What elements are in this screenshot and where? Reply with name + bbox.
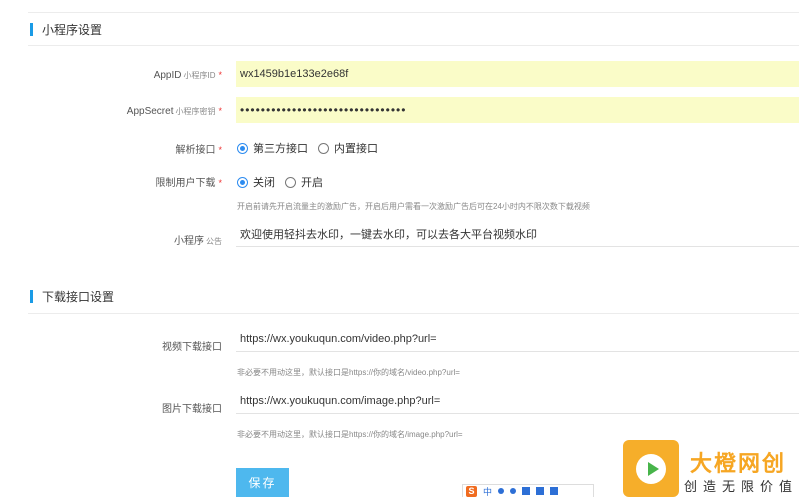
- required-mark: *: [218, 145, 222, 155]
- section-divider: [28, 313, 799, 314]
- microphone-icon[interactable]: [510, 488, 517, 494]
- parse-api-label: 解析接口 *: [0, 141, 222, 156]
- play-icon: [636, 453, 666, 484]
- limit-download-label-text: 限制用户下载: [155, 178, 216, 189]
- radio-checked-icon[interactable]: [237, 142, 248, 154]
- keyboard-icon[interactable]: [522, 487, 531, 495]
- limit-download-radio-group: 关闭 开启: [237, 174, 333, 190]
- top-divider: [28, 12, 799, 13]
- appsecret-label: AppSecret 小程序密钥 *: [0, 106, 222, 117]
- limit-download-label: 限制用户下载 *: [0, 174, 222, 189]
- video-api-hint: 非必要不用动这里，默认接口是https://你的域名/video.php?url…: [237, 368, 460, 377]
- section-accent-bar: [30, 289, 33, 303]
- notice-value: 欢迎使用轻抖去水印，一键去水印，可以去各大平台视频水印: [240, 228, 537, 241]
- appid-input[interactable]: wx1459b1e133e2e68f: [236, 61, 799, 87]
- radio-off[interactable]: 关闭: [237, 174, 275, 190]
- appsecret-label-small: 小程序密钥: [175, 107, 216, 116]
- watermark-logo: [623, 440, 679, 497]
- radio-builtin[interactable]: 内置接口: [318, 140, 378, 156]
- appsecret-label-text: AppSecret: [126, 106, 174, 117]
- required-mark: *: [218, 70, 222, 80]
- section-divider: [28, 45, 799, 46]
- watermark-subtitle: 创造无限价值: [684, 479, 799, 494]
- parse-api-radio-group: 第三方接口 内置接口: [237, 140, 388, 156]
- appsecret-input[interactable]: ••••••••••••••••••••••••••••••••: [236, 97, 799, 123]
- section-title-text: 小程序设置: [42, 22, 103, 37]
- video-api-value: https://wx.youkuqun.com/video.php?url=: [240, 332, 437, 345]
- video-api-input[interactable]: https://wx.youkuqun.com/video.php?url=: [236, 326, 799, 352]
- notice-input[interactable]: 欢迎使用轻抖去水印，一键去水印，可以去各大平台视频水印: [236, 221, 799, 247]
- limit-download-hint: 开启前请先开启流量主的激励广告，开启后用户需看一次激励广告后可在24小时内不限次…: [237, 202, 590, 211]
- radio-unchecked-icon[interactable]: [318, 142, 329, 154]
- parse-api-label-text: 解析接口: [175, 145, 216, 156]
- radio-label: 第三方接口: [253, 143, 308, 155]
- appid-label-text: AppID: [153, 70, 182, 81]
- save-button[interactable]: 保存: [236, 468, 289, 497]
- radio-unchecked-icon[interactable]: [285, 176, 296, 188]
- section-title-text: 下载接口设置: [42, 289, 115, 304]
- download-section-title: 下载接口设置: [30, 288, 114, 304]
- notice-label-text: 小程序: [174, 236, 204, 247]
- toolbox-icon[interactable]: [550, 487, 559, 495]
- required-mark: *: [218, 106, 222, 116]
- image-api-input[interactable]: https://wx.youkuqun.com/image.php?url=: [236, 388, 799, 414]
- radio-on[interactable]: 开启: [285, 174, 323, 190]
- ime-lang-indicator[interactable]: 中: [483, 485, 492, 497]
- image-api-hint: 非必要不用动这里，默认接口是https://你的域名/image.php?url…: [237, 430, 463, 439]
- video-api-label: 视频下载接口: [162, 342, 222, 353]
- image-api-value: https://wx.youkuqun.com/image.php?url=: [240, 394, 441, 407]
- appsecret-value: ••••••••••••••••••••••••••••••••: [240, 103, 407, 117]
- notice-label: 小程序 公告: [0, 232, 222, 247]
- radio-label: 关闭: [253, 177, 275, 189]
- appid-label-small: 小程序ID: [183, 71, 216, 80]
- radio-third-party[interactable]: 第三方接口: [237, 140, 308, 156]
- required-mark: *: [218, 178, 222, 188]
- image-api-label: 图片下载接口: [162, 404, 222, 415]
- sogou-logo-icon[interactable]: S: [466, 485, 477, 497]
- punctuation-icon[interactable]: [498, 488, 505, 494]
- watermark-title: 大橙网创: [690, 451, 787, 476]
- section-accent-bar: [30, 22, 33, 36]
- radio-label: 开启: [301, 177, 323, 189]
- ime-toolbar[interactable]: S 中: [462, 484, 594, 497]
- appid-label: AppID 小程序ID *: [0, 70, 222, 81]
- appid-value: wx1459b1e133e2e68f: [240, 68, 349, 80]
- radio-checked-icon[interactable]: [237, 176, 248, 188]
- radio-label: 内置接口: [334, 143, 378, 155]
- skin-icon[interactable]: [536, 487, 545, 495]
- notice-label-small: 公告: [206, 237, 222, 246]
- miniapp-section-title: 小程序设置: [30, 21, 102, 37]
